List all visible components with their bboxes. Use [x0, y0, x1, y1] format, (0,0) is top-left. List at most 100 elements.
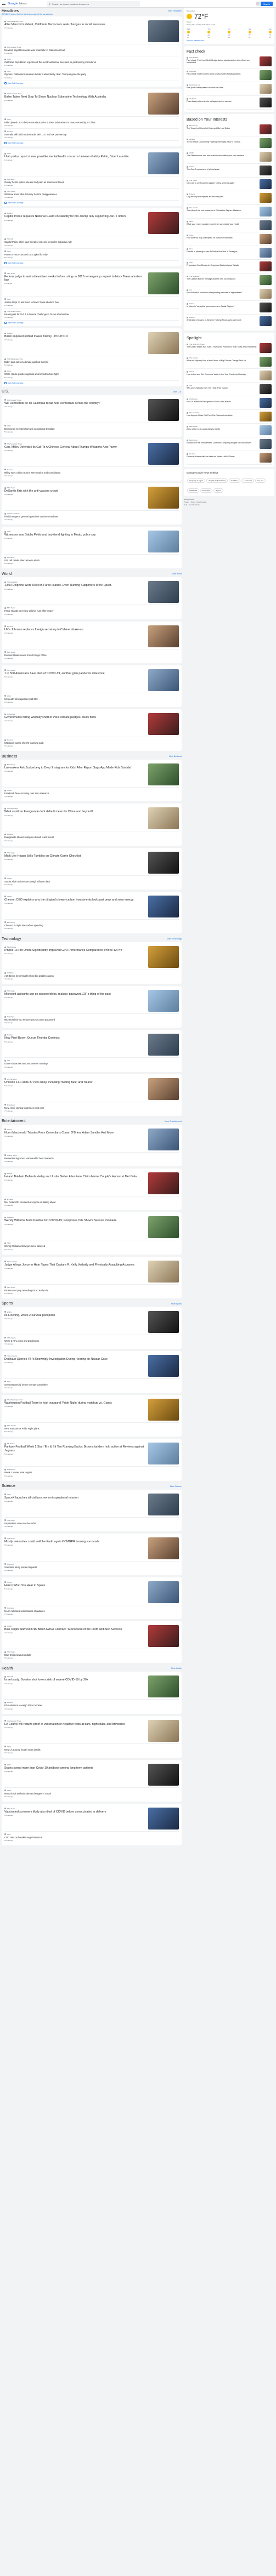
- article-thumbnail[interactable]: [148, 1260, 179, 1283]
- article-thumbnail[interactable]: [148, 895, 179, 917]
- article-headline[interactable]: Arbitration of Loans: In-Between Talking…: [187, 319, 258, 321]
- sidebar-article[interactable]: The Guardian How Anyone Finds Out Their T…: [187, 410, 272, 424]
- lead-article[interactable]: The Guardian Judge Allows Joyce to Hear T…: [4, 1259, 179, 1285]
- article-headline[interactable]: Fact-check: Biden's claim about unvaccin…: [187, 73, 258, 75]
- lead-article[interactable]: Los Angeles Times LA County will require …: [4, 1718, 179, 1744]
- article-headline[interactable]: Hearing set for Oct. 1 in federal challe…: [4, 313, 179, 316]
- sidebar-article[interactable]: Vox Why Does Nobody Ever Tell Think They …: [187, 383, 272, 396]
- article-thumbnail[interactable]: [260, 275, 272, 285]
- article-headline[interactable]: Chevron CEO explains why the oil giant's…: [4, 898, 146, 902]
- lead-article[interactable]: Variety Norm Macdonald Tributes From Come…: [4, 1127, 179, 1153]
- sidebar-article[interactable]: CNBC TJ's Effectiveness and how marketpla…: [187, 150, 272, 164]
- article-thumbnail[interactable]: [148, 807, 179, 830]
- article-headline[interactable]: Israel study: Booster shot lowers risk o…: [4, 1678, 146, 1682]
- article-headline[interactable]: How to find and Get Economic Value in th…: [187, 373, 258, 375]
- article-thumbnail[interactable]: [148, 1128, 179, 1150]
- article-headline[interactable]: What your recent vaccine experience says…: [187, 223, 258, 225]
- article-thumbnail[interactable]: [260, 84, 272, 94]
- footer-line[interactable]: Help · Send feedback: [184, 504, 274, 506]
- lead-article[interactable]: Polygon New Pixel Buyer: Queue Thumbs Con…: [4, 1032, 179, 1058]
- article-headline[interactable]: Posts falsely claim athlete collapsed du…: [187, 100, 258, 102]
- article-thumbnail[interactable]: [148, 442, 179, 465]
- lead-article[interactable]: Yahoo Sports Deshaun Queries FBI's Knowin…: [4, 1353, 179, 1379]
- article-headline[interactable]: Fortnite is planning to ban AirPods in t…: [187, 250, 258, 253]
- article-headline[interactable]: Biden lays out new climate goals at summ…: [4, 361, 179, 363]
- article-thumbnail[interactable]: [148, 1354, 179, 1377]
- article-thumbnail[interactable]: [260, 357, 272, 367]
- article-headline[interactable]: FDA advisers to weigh Pfizer booster: [4, 1704, 179, 1707]
- article-headline[interactable]: SpaceX launches all-civilian crew on ins…: [4, 1496, 146, 1500]
- lead-article[interactable]: ABC News Federal judge to wait at least t…: [4, 271, 179, 297]
- article-headline[interactable]: Ireland Baldwin Defends Hailey and Justi…: [4, 1175, 146, 1178]
- article-thumbnail[interactable]: [148, 851, 179, 874]
- more-link[interactable]: More Science: [170, 1485, 182, 1488]
- article-thumbnail[interactable]: [260, 412, 272, 421]
- lead-article[interactable]: CNBC Blue Origin Warned in $5 Billion NAS…: [4, 1623, 179, 1650]
- article-headline[interactable]: Florida surgeon general questions vaccin…: [4, 515, 179, 518]
- article-headline[interactable]: California Republican rejection of the r…: [4, 61, 179, 64]
- lead-article[interactable]: People Ireland Baldwin Defends Hailey and…: [4, 1171, 179, 1197]
- related-article[interactable]: NPR Gymnasts testify before Senate commit…: [4, 1379, 179, 1390]
- article-headline[interactable]: Remembering Norm Macdonald's best moment…: [4, 1157, 179, 1160]
- article-headline[interactable]: Milley says calls to China were routine …: [4, 471, 179, 474]
- article-headline[interactable]: Viral posts misrepresent vaccine trial d…: [187, 87, 258, 89]
- article-thumbnail[interactable]: [148, 946, 179, 968]
- article-headline[interactable]: The Cabinet Biden's heritage and the new…: [187, 278, 258, 280]
- lead-article[interactable]: CNN SpaceX launches all-civilian crew on …: [4, 1492, 179, 1518]
- article-thumbnail[interactable]: [148, 713, 179, 736]
- lead-article[interactable]: NBC News Vaccinated screeners likely also…: [4, 1806, 179, 1832]
- article-headline[interactable]: Fact check: Post from Nicki Minaj's clai…: [187, 59, 258, 64]
- article-headline[interactable]: Witnesses saw Gabby Petito and boyfriend…: [4, 533, 146, 537]
- article-headline[interactable]: New emoji coming to phones next year: [4, 1107, 179, 1109]
- related-article[interactable]: The Washington Post Biden lays out new cl…: [4, 356, 179, 369]
- article-headline[interactable]: Faroe Islands to review dolphin hunt aft…: [4, 609, 179, 612]
- related-article[interactable]: Reuters Australia will build nuclear subs…: [4, 129, 179, 141]
- article-thumbnail[interactable]: [260, 193, 272, 203]
- panel-title[interactable]: Based on Your Interests: [187, 116, 272, 123]
- article-headline[interactable]: Capitol Police chief says threat of viol…: [4, 241, 179, 243]
- article-thumbnail[interactable]: [148, 1034, 179, 1056]
- related-article[interactable]: The Verge Inspiration4 crew reaches orbit…: [4, 1518, 179, 1529]
- app-logo[interactable]: Google News: [8, 2, 27, 5]
- article-headline[interactable]: A few of the better-kept cities for tari…: [187, 428, 258, 430]
- article-headline[interactable]: 1,500 Dolphins Were Killed in Faroe Isla…: [4, 584, 146, 587]
- sidebar-article[interactable]: Reuters Financial drivers with the funds …: [187, 451, 272, 465]
- section-title[interactable]: Headlines: [2, 9, 19, 13]
- lead-article[interactable]: The New York Times Gen. Milley Defends Hi…: [4, 441, 179, 467]
- article-headline[interactable]: Microsoft accounts can go passwordless, …: [4, 993, 146, 996]
- article-headline[interactable]: Monoclonal antibody demand surges in Sou…: [4, 1792, 179, 1795]
- sidebar-article[interactable]: Bloomberg The Tragedy of Lionel al Khan a…: [187, 123, 272, 136]
- related-article[interactable]: CNBC Facebook faces scrutiny over teen re…: [4, 788, 179, 799]
- lead-article[interactable]: The Washington Post After Manchin's defea…: [4, 19, 179, 44]
- related-article[interactable]: CNN Biden joined UK to help Australia acq…: [4, 117, 179, 129]
- article-thumbnail[interactable]: [260, 70, 272, 80]
- sidebar-article[interactable]: Vox Should Bush's enrolment of expanding …: [187, 287, 272, 301]
- sidebar-article[interactable]: NPR What your recent vaccine experience s…: [187, 219, 272, 232]
- sidebar-article[interactable]: The New York Times The United States Has …: [187, 341, 272, 355]
- article-headline[interactable]: States spend more than Covid-19 antibody…: [4, 1766, 146, 1770]
- article-headline[interactable]: Met Gala 2021 moments everyone is talkin…: [4, 1201, 179, 1204]
- article-headline[interactable]: Gymnasts testify before Senate committee: [4, 1383, 179, 1386]
- article-thumbnail[interactable]: [148, 398, 179, 421]
- menu-icon[interactable]: [2, 2, 5, 5]
- sidebar-article[interactable]: Politico Arbitration of Loans: In-Between…: [187, 315, 272, 328]
- article-thumbnail[interactable]: [148, 669, 179, 691]
- article-headline[interactable]: Microsoft lets you remove your account p…: [4, 1018, 179, 1021]
- more-link[interactable]: More World: [172, 573, 182, 575]
- more-link[interactable]: More Entertainment: [165, 1120, 182, 1122]
- article-thumbnail[interactable]: [148, 1172, 179, 1195]
- article-headline[interactable]: Governments falling woefully short of Pa…: [4, 716, 146, 719]
- article-headline[interactable]: The United States Has Sold 1 Fact Bond P…: [187, 346, 258, 348]
- sign-in-button[interactable]: Sign in: [260, 2, 273, 6]
- more-link[interactable]: More Business: [169, 755, 182, 757]
- sidebar-article[interactable]: Wired How to find and Get Economic Value …: [187, 369, 272, 383]
- article-headline[interactable]: Dog-friendly workspaces are the new perk: [187, 196, 258, 198]
- related-article[interactable]: BBC News Faroe Islands to review dolphin …: [4, 605, 179, 617]
- article-headline[interactable]: Utah police report shows possible mental…: [4, 155, 146, 158]
- full-coverage-link[interactable]: View Full Coverage: [4, 322, 179, 324]
- article-thumbnail[interactable]: [260, 371, 272, 380]
- full-coverage-link[interactable]: View Full Coverage: [4, 82, 179, 84]
- article-thumbnail[interactable]: [148, 581, 179, 603]
- related-article[interactable]: CNN Democrats see Newsom win as national …: [4, 423, 179, 435]
- article-headline[interactable]: After Manchin's defeat, California Democ…: [4, 23, 146, 26]
